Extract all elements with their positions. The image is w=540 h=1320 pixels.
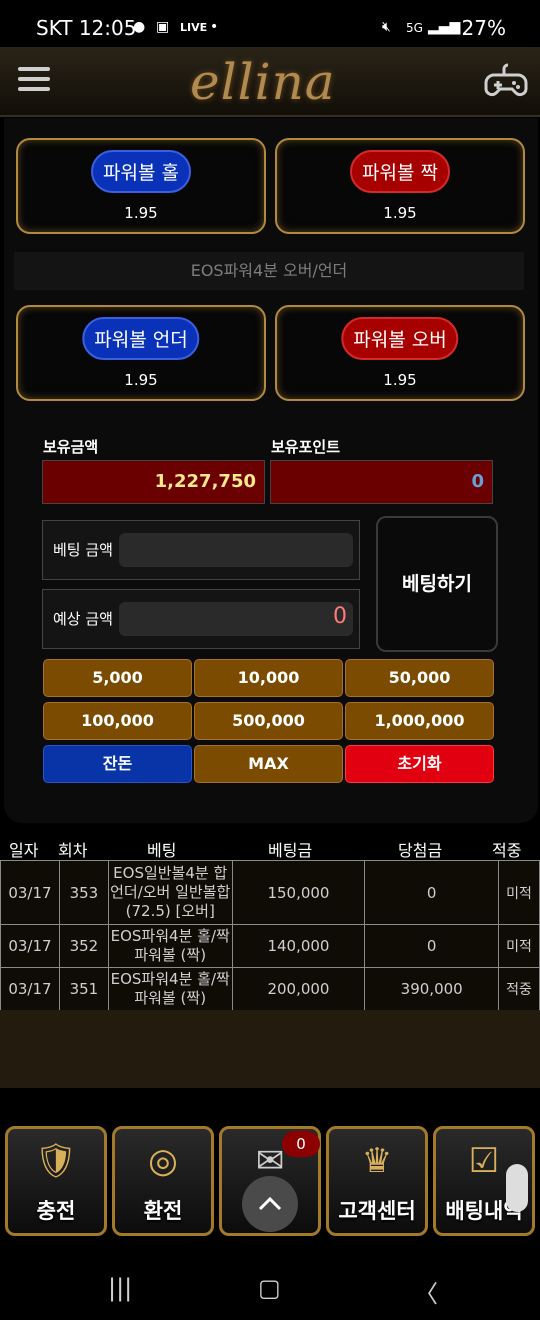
chip-10000-button[interactable]: 10,000 bbox=[194, 659, 343, 697]
battery-level: 27% bbox=[461, 16, 506, 40]
odd-value: 1.95 bbox=[124, 204, 158, 222]
col-win: 당첨금 bbox=[398, 841, 443, 860]
max-button[interactable]: MAX bbox=[194, 745, 343, 783]
odd-card-over[interactable]: 파워볼 오버 1.95 bbox=[275, 305, 525, 401]
tab-label: 고객센터 bbox=[338, 1199, 416, 1223]
odd-value: 1.95 bbox=[383, 371, 417, 389]
bet-amount-label: 베팅 금액 bbox=[53, 541, 113, 559]
status-time: SKT 12:05 bbox=[36, 16, 137, 40]
back-icon[interactable]: 〈 bbox=[414, 1274, 438, 1309]
expected-amount-value: 0 bbox=[333, 604, 347, 629]
cell-win: 0 bbox=[364, 860, 500, 925]
mute-icon: 🔇︎ bbox=[382, 19, 391, 35]
cell-round: 352 bbox=[58, 924, 109, 968]
cell-round: 353 bbox=[58, 860, 109, 925]
cell-result: 미적 bbox=[498, 924, 540, 968]
points-value: 0 bbox=[270, 460, 493, 504]
live-score-icon: LIVE bbox=[180, 21, 208, 34]
talk-icon: ● bbox=[133, 19, 146, 35]
cell-amount: 200,000 bbox=[231, 967, 366, 1011]
reset-button[interactable]: 초기화 bbox=[345, 745, 494, 783]
app-logo: ellina bbox=[190, 53, 336, 111]
expected-amount-row: 예상 금액 0 bbox=[42, 589, 360, 649]
balance-value: 1,227,750 bbox=[42, 460, 265, 504]
cell-round: 351 bbox=[58, 967, 109, 1011]
tab-label: 환전 bbox=[143, 1199, 183, 1223]
cell-bet: EOS일반볼4분 합 언더/오버 일반볼합(72.5) [오버] bbox=[107, 860, 233, 925]
chip-500000-button[interactable]: 500,000 bbox=[194, 702, 343, 740]
col-round: 회차 bbox=[58, 841, 88, 860]
odd-label-pill: 파워볼 오버 bbox=[341, 317, 459, 360]
col-amount: 베팅금 bbox=[268, 841, 313, 860]
table-row[interactable]: 03/17 352 EOS파워4분 홀/짝 파워볼 (짝) 140,000 0 … bbox=[0, 924, 540, 968]
history-empty-area bbox=[0, 1010, 540, 1088]
coins-icon: ◎ bbox=[148, 1141, 178, 1181]
history-header: 일자 회차 베팅 베팅금 당첨금 적중 bbox=[0, 834, 540, 860]
cell-date: 03/17 bbox=[0, 860, 60, 925]
expected-amount-display: 0 bbox=[119, 602, 353, 636]
mail-icon: ✉︎ bbox=[255, 1141, 285, 1181]
table-row[interactable]: 03/17 351 EOS파워4분 홀/짝 파워볼 (짝) 200,000 39… bbox=[0, 967, 540, 1011]
chip-1000000-button[interactable]: 1,000,000 bbox=[345, 702, 494, 740]
bet-amount-input[interactable] bbox=[119, 533, 353, 567]
odd-label-pill: 파워볼 짝 bbox=[350, 150, 450, 193]
tab-support[interactable]: ♛ 고객센터 bbox=[326, 1126, 428, 1236]
odd-value: 1.95 bbox=[124, 371, 158, 389]
odd-card-even[interactable]: 파워볼 짝 1.95 bbox=[275, 138, 525, 234]
dot-icon: • bbox=[210, 19, 219, 35]
col-bet: 베팅 bbox=[147, 841, 177, 860]
cell-amount: 140,000 bbox=[231, 924, 366, 968]
points-label: 보유포인트 bbox=[271, 438, 341, 456]
tab-deposit[interactable]: 🛡︎ 충전 bbox=[5, 1126, 107, 1236]
gamepad-icon[interactable] bbox=[484, 61, 528, 101]
tab-withdraw[interactable]: ◎ 환전 bbox=[112, 1126, 214, 1236]
cell-date: 03/17 bbox=[0, 924, 60, 968]
5g-icon: 5G bbox=[406, 21, 423, 35]
cell-bet: EOS파워4분 홀/짝 파워볼 (짝) bbox=[107, 967, 233, 1011]
history-table: 03/17 353 EOS일반볼4분 합 언더/오버 일반볼합(72.5) [오… bbox=[0, 860, 540, 1011]
odd-card-under[interactable]: 파워볼 언더 1.95 bbox=[16, 305, 266, 401]
table-row[interactable]: 03/17 353 EOS일반볼4분 합 언더/오버 일반볼합(72.5) [오… bbox=[0, 860, 540, 925]
menu-icon[interactable] bbox=[18, 67, 50, 93]
change-button[interactable]: 잔돈 bbox=[43, 745, 192, 783]
odd-label-pill: 파워볼 언더 bbox=[82, 317, 200, 360]
cell-amount: 150,000 bbox=[231, 860, 366, 925]
cell-win: 390,000 bbox=[364, 967, 500, 1011]
cell-result: 미적 bbox=[498, 860, 540, 925]
market-title: EOS파워4분 오버/언더 bbox=[14, 252, 524, 290]
chip-5000-button[interactable]: 5,000 bbox=[43, 659, 192, 697]
gallery-icon: ▣ bbox=[156, 19, 170, 35]
tab-label: 충전 bbox=[36, 1199, 76, 1223]
checklist-icon: ☑︎ bbox=[468, 1141, 500, 1181]
system-nav-bar: ||| ▢ 〈 bbox=[0, 1256, 540, 1320]
odd-value: 1.95 bbox=[383, 204, 417, 222]
cell-result: 적중 bbox=[498, 967, 540, 1011]
col-date: 일자 bbox=[9, 841, 39, 860]
recent-apps-icon[interactable]: ||| bbox=[108, 1274, 132, 1302]
cell-date: 03/17 bbox=[0, 967, 60, 1011]
mail-badge: 0 bbox=[282, 1131, 320, 1157]
scroll-top-button[interactable] bbox=[242, 1176, 298, 1232]
place-bet-button[interactable]: 베팅하기 bbox=[376, 516, 498, 652]
signal-icon: ▂▄▆ bbox=[428, 19, 461, 35]
balance-label: 보유금액 bbox=[43, 438, 99, 456]
cell-bet: EOS파워4분 홀/짝 파워볼 (짝) bbox=[107, 924, 233, 968]
chip-100000-button[interactable]: 100,000 bbox=[43, 702, 192, 740]
col-result: 적중 bbox=[492, 841, 522, 860]
chip-50000-button[interactable]: 50,000 bbox=[345, 659, 494, 697]
crown-icon: ♛ bbox=[361, 1141, 393, 1181]
home-icon[interactable]: ▢ bbox=[258, 1274, 281, 1302]
odd-label-pill: 파워볼 홀 bbox=[91, 150, 191, 193]
app-header: ellina bbox=[0, 47, 540, 117]
odd-card-odd[interactable]: 파워볼 홀 1.95 bbox=[16, 138, 266, 234]
chevron-up-icon bbox=[258, 1196, 282, 1211]
bet-amount-row: 베팅 금액 bbox=[42, 520, 360, 580]
cell-win: 0 bbox=[364, 924, 500, 968]
expected-amount-label: 예상 금액 bbox=[53, 610, 113, 628]
shield-icon: 🛡︎ bbox=[34, 1141, 78, 1181]
scrollbar-thumb[interactable] bbox=[506, 1164, 528, 1212]
